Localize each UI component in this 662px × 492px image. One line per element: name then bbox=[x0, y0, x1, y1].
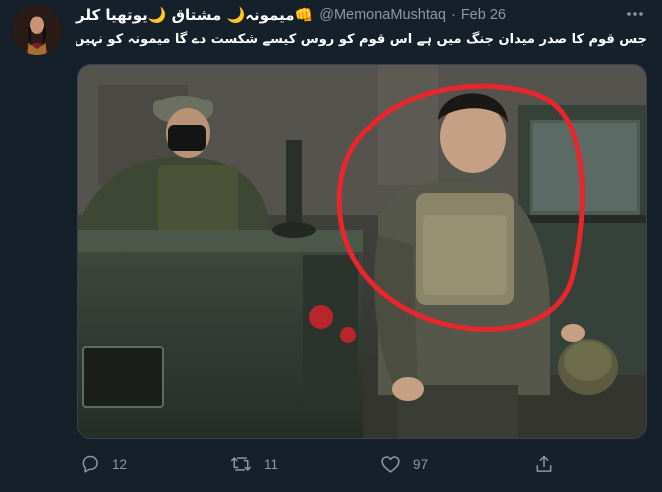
heart-icon bbox=[381, 456, 400, 473]
tweet-date[interactable]: Feb 26 bbox=[461, 7, 506, 23]
tweet-header: میمونہ🌙 مشتاق 🌙یوتھیا کلر👊 @MemonaMushta… bbox=[76, 4, 646, 26]
share-icon bbox=[536, 455, 552, 472]
display-name[interactable]: میمونہ🌙 مشتاق 🌙یوتھیا کلر👊 bbox=[76, 6, 313, 24]
retweet-count: 11 bbox=[264, 456, 279, 472]
retweet-button[interactable]: 11 bbox=[230, 450, 278, 478]
user-handle[interactable]: @MemonaMushtaq bbox=[319, 7, 446, 23]
reply-icon bbox=[82, 455, 98, 473]
avatar[interactable] bbox=[12, 5, 62, 55]
separator-dot: · bbox=[450, 7, 456, 23]
more-options-button[interactable] bbox=[625, 6, 645, 22]
tweet-actions: 12 11 97 bbox=[0, 450, 662, 478]
like-button[interactable]: 97 bbox=[380, 450, 428, 478]
tweet-text: جس قوم کا صدر میدان جنگ میں ہے اس قوم کو… bbox=[76, 32, 647, 47]
share-button[interactable] bbox=[534, 450, 554, 478]
tweet[interactable]: میمونہ🌙 مشتاق 🌙یوتھیا کلر👊 @MemonaMushta… bbox=[0, 0, 662, 492]
ellipsis-icon bbox=[627, 12, 643, 16]
avatar-image bbox=[12, 5, 62, 55]
reply-count: 12 bbox=[112, 456, 128, 472]
photo-image bbox=[78, 65, 646, 438]
tweet-photo[interactable] bbox=[77, 64, 647, 439]
like-count: 97 bbox=[413, 456, 429, 472]
reply-button[interactable]: 12 bbox=[80, 450, 127, 478]
retweet-icon bbox=[230, 457, 252, 471]
